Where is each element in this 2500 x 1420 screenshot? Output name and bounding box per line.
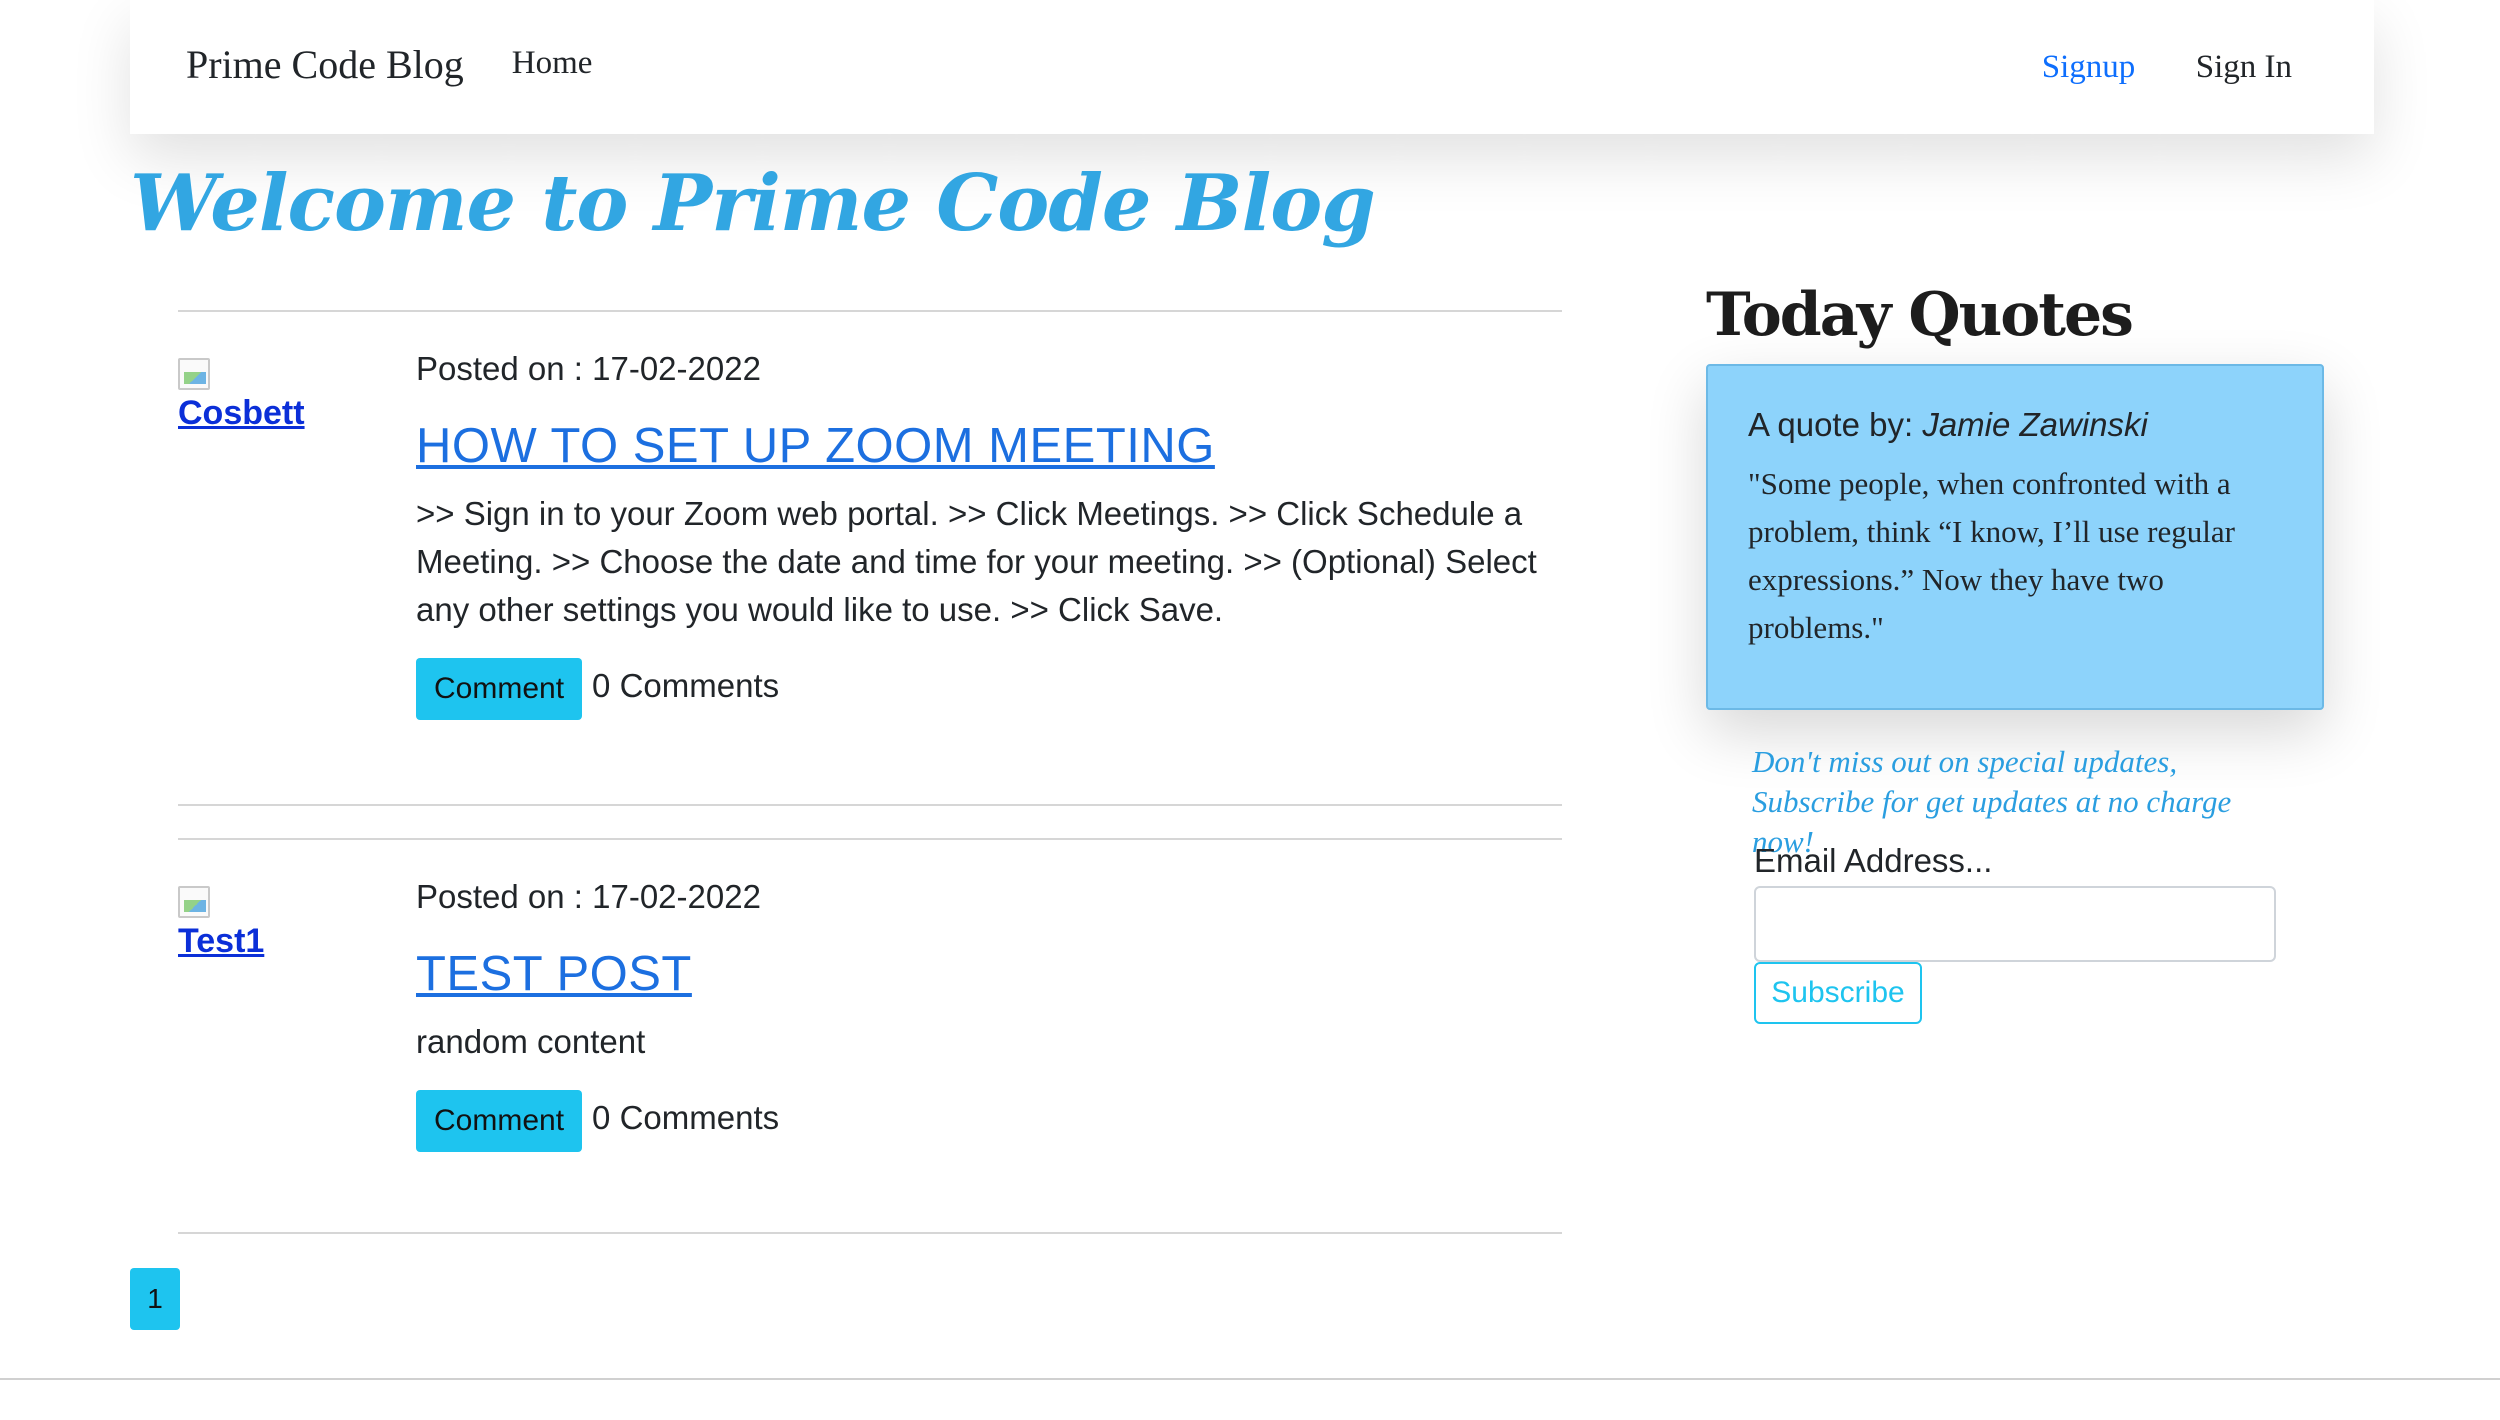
comments-count: 0 Comments	[592, 667, 780, 704]
nav-signup-link[interactable]: Signup	[2042, 49, 2136, 85]
quote-by-label: A quote by:	[1748, 406, 1923, 443]
post-content: >> Sign in to your Zoom web portal. >> C…	[416, 495, 1537, 628]
post-date: Posted on : 17-02-2022	[416, 878, 761, 915]
page: Prime Code Blog Home Signup Sign In Welc…	[0, 0, 2500, 1420]
comment-button[interactable]: Comment	[416, 1090, 583, 1152]
brand-link[interactable]: Prime Code Blog	[186, 41, 464, 88]
post-author: Test1	[178, 886, 378, 961]
nav-home-link[interactable]: Home	[512, 45, 593, 82]
post-title-link[interactable]: HOW TO SET UP ZOOM MEETING	[416, 418, 1562, 474]
author-avatar-image	[178, 358, 210, 390]
author-avatar-image	[178, 886, 210, 918]
quote-author: Jamie Zawinski	[1922, 406, 2148, 443]
sidebar-title: Today Quotes	[1706, 280, 2134, 350]
post-card: Cosbett Posted on : 17-02-2022 HOW TO SE…	[178, 310, 1562, 806]
nav-signin-link[interactable]: Sign In	[2196, 49, 2292, 85]
post-author: Cosbett	[178, 358, 378, 433]
post-content: random content	[416, 1023, 646, 1060]
comment-button[interactable]: Comment	[416, 658, 583, 720]
navbar: Prime Code Blog Home Signup Sign In	[130, 0, 2374, 134]
welcome-heading: Welcome to Prime Code Blog	[130, 158, 1376, 249]
quote-card: A quote by: Jamie Zawinski "Some people,…	[1706, 364, 2324, 710]
email-input[interactable]	[1754, 886, 2276, 962]
email-label: Email Address...	[1754, 842, 1993, 879]
post-actions: Comment 0 Comments	[416, 1090, 1562, 1152]
post-card: Test1 Posted on : 17-02-2022 TEST POST r…	[178, 838, 1562, 1234]
post-date: Posted on : 17-02-2022	[416, 350, 761, 387]
post-actions: Comment 0 Comments	[416, 658, 1562, 720]
nav-right: Signup Sign In	[1986, 49, 2292, 86]
post-title-link[interactable]: TEST POST	[416, 946, 1562, 1002]
quote-attribution: A quote by: Jamie Zawinski	[1748, 406, 2282, 444]
subscribe-button[interactable]: Subscribe	[1754, 962, 1922, 1024]
author-link[interactable]: Cosbett	[178, 394, 378, 433]
post-body: Posted on : 17-02-2022 TEST POST random …	[416, 878, 1562, 1152]
footer-divider	[0, 1378, 2500, 1380]
post-list: Cosbett Posted on : 17-02-2022 HOW TO SE…	[178, 310, 1562, 1234]
post-body: Posted on : 17-02-2022 HOW TO SET UP ZOO…	[416, 350, 1562, 720]
author-link[interactable]: Test1	[178, 922, 378, 961]
quote-text: "Some people, when confronted with a pro…	[1748, 466, 2235, 645]
comments-count: 0 Comments	[592, 1099, 780, 1136]
pagination-page-1[interactable]: 1	[130, 1268, 180, 1330]
